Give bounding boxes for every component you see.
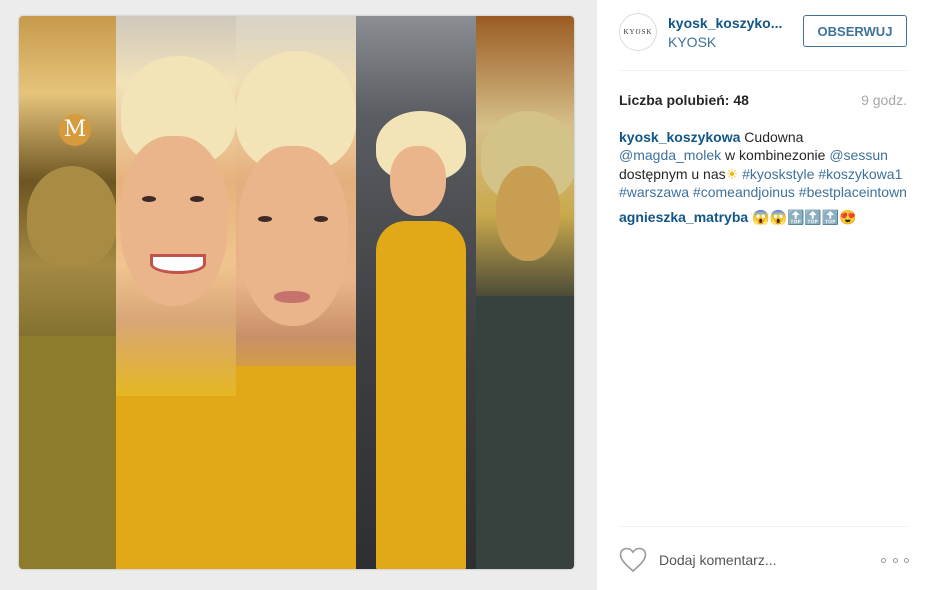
- hashtag-link[interactable]: #bestplaceintown: [799, 184, 907, 200]
- logo-sign: M: [59, 114, 91, 146]
- hashtag-link[interactable]: #comeandjoinus: [693, 184, 795, 200]
- avatar[interactable]: KYOSK: [619, 13, 657, 51]
- post-image[interactable]: M: [19, 16, 574, 569]
- collage-strip-2: [116, 16, 236, 569]
- comments-list: kyosk_koszykowa Cudowna @magda_molek w k…: [619, 128, 909, 232]
- caption-text: dostępnym u nas: [619, 165, 726, 182]
- sun-emoji: ☀: [725, 165, 739, 182]
- mention-link[interactable]: @magda_molek: [619, 147, 721, 163]
- post-time[interactable]: 9 godz.: [861, 92, 907, 108]
- collage-strip-4: [356, 16, 476, 569]
- collage-strip-5: [476, 16, 574, 569]
- caption-author[interactable]: kyosk_koszykowa: [619, 129, 740, 145]
- add-comment-input[interactable]: [659, 550, 829, 570]
- caption: kyosk_koszykowa Cudowna @magda_molek w k…: [619, 128, 909, 202]
- hashtag-link[interactable]: #warszawa: [619, 184, 689, 200]
- hashtag-link[interactable]: #koszykowa1: [818, 166, 902, 182]
- avatar-logo-text: KYOSK: [623, 28, 653, 36]
- likes-count[interactable]: Liczba polubień: 48: [619, 92, 749, 108]
- header-divider: [619, 70, 907, 71]
- collage-strip-3: [236, 16, 356, 569]
- caption-text: Cudowna: [744, 129, 804, 145]
- post-side-panel: KYOSK kyosk_koszyko... KYOSK OBSERWUJ Li…: [597, 0, 928, 590]
- more-options-icon[interactable]: [881, 553, 909, 567]
- mention-link[interactable]: @sessun: [829, 147, 888, 163]
- collage-strip-1: M: [19, 16, 116, 569]
- comment-item: agnieszka_matryba 😱😱🔝🔝🔝😍: [619, 208, 909, 226]
- hashtag-link[interactable]: #kyoskstyle: [742, 166, 814, 182]
- follow-button[interactable]: OBSERWUJ: [803, 15, 907, 47]
- post-image-area: M: [0, 0, 597, 590]
- heart-icon[interactable]: [619, 547, 647, 573]
- post-location[interactable]: KYOSK: [668, 34, 716, 50]
- post-username[interactable]: kyosk_koszyko...: [668, 15, 793, 31]
- caption-text: w kombinezonie: [725, 147, 826, 164]
- comment-author[interactable]: agnieszka_matryba: [619, 209, 748, 225]
- footer-divider: [619, 526, 907, 527]
- comment-text: 😱😱🔝🔝🔝😍: [752, 208, 857, 225]
